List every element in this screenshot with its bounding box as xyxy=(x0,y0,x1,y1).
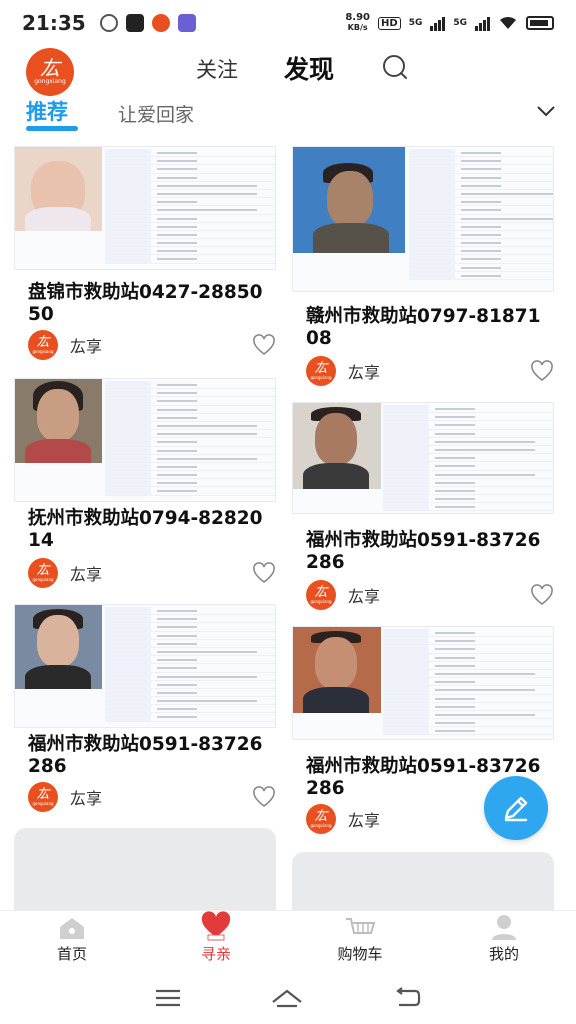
avatar[interactable]: 厷 gongxiang xyxy=(306,580,336,610)
nav-profile[interactable]: 我的 xyxy=(432,911,576,972)
card-photo xyxy=(15,147,102,231)
menu-icon[interactable] xyxy=(155,988,181,1008)
home-icon xyxy=(60,918,84,939)
nav-find-family[interactable]: 寻亲 xyxy=(144,911,288,972)
system-nav-bar xyxy=(0,972,576,1024)
loading-card xyxy=(14,828,276,918)
home-nav-icon[interactable] xyxy=(271,988,303,1008)
card-image xyxy=(14,604,276,728)
taobao-icon xyxy=(151,14,170,32)
card-title: 盘锦市救助站0427-2885050 xyxy=(28,282,263,325)
author-name: 厷享 xyxy=(70,789,103,808)
notification-icons xyxy=(99,14,196,32)
card-image xyxy=(14,146,276,270)
nav-cart-label: 购物车 xyxy=(337,945,383,963)
tab-active-indicator xyxy=(26,126,78,131)
card-photo xyxy=(293,147,405,253)
card-photo xyxy=(293,627,381,713)
tab-discover[interactable]: 发现 xyxy=(284,50,334,86)
tab-follow[interactable]: 关注 xyxy=(196,54,238,84)
app-notification-icon xyxy=(177,14,196,32)
status-indicators: 8.90 KB/s HD 5G 5G xyxy=(345,13,554,33)
avatar[interactable]: 厷 gongxiang xyxy=(306,356,336,386)
profile-icon xyxy=(492,915,516,940)
love-home-icon xyxy=(201,911,231,941)
nav-find-family-label: 寻亲 xyxy=(200,945,231,963)
battery-icon xyxy=(526,16,554,30)
nav-profile-label: 我的 xyxy=(488,945,519,963)
search-icon[interactable] xyxy=(382,54,408,80)
loading-card xyxy=(292,852,554,912)
pen-icon xyxy=(504,796,528,822)
avatar[interactable]: 厷 gongxiang xyxy=(28,782,58,812)
net-speed-unit: KB/s xyxy=(347,23,368,32)
nav-home-label: 首页 xyxy=(56,945,87,963)
bottom-nav: 首页 寻亲 购物车 我的 xyxy=(0,910,576,972)
chevron-down-icon[interactable] xyxy=(536,104,556,118)
card-photo xyxy=(15,379,102,463)
card-title: 福州市救助站0591-83726286 xyxy=(28,734,263,777)
net-speed: 8.90 KB/s xyxy=(345,13,370,33)
card-author: 厷 gongxiang 厷享 xyxy=(306,580,554,610)
tab-recommend[interactable]: 推荐 xyxy=(26,96,68,126)
avatar[interactable]: 厷 gongxiang xyxy=(306,804,336,834)
top-nav: 厷 gongxiang 关注 发现 xyxy=(0,46,576,96)
wifi-icon xyxy=(500,16,516,29)
card-image xyxy=(292,146,554,292)
card-author: 厷 gongxiang 厷享 xyxy=(28,558,276,588)
card-author: 厷 gongxiang 厷享 xyxy=(306,356,554,386)
card-image xyxy=(14,378,276,502)
nav-home[interactable]: 首页 xyxy=(0,911,144,972)
cart-icon xyxy=(346,918,376,934)
nav-cart[interactable]: 购物车 xyxy=(288,911,432,972)
sim2-label: 5G xyxy=(453,18,467,28)
avatar[interactable]: 厷 gongxiang xyxy=(28,330,58,360)
net-speed-value: 8.90 xyxy=(345,12,371,23)
hd-badge: HD xyxy=(378,16,401,30)
signal-icon xyxy=(430,15,446,31)
author-name: 厷享 xyxy=(348,811,381,830)
card-title: 赣州市救助站0797-8187108 xyxy=(306,306,541,349)
compose-button[interactable] xyxy=(484,776,548,840)
app-logo[interactable]: 厷 gongxiang xyxy=(26,48,74,96)
author-name: 厷享 xyxy=(70,565,103,584)
author-name: 厷享 xyxy=(70,337,103,356)
card-author: 厷 gongxiang 厷享 xyxy=(28,330,276,360)
card-author: 厷 gongxiang 厷享 xyxy=(28,782,276,812)
card-image xyxy=(292,626,554,740)
heart-icon[interactable] xyxy=(252,562,276,584)
author-name: 厷享 xyxy=(348,587,381,606)
heart-icon[interactable] xyxy=(252,334,276,356)
card-title: 福州市救助站0591-83726286 xyxy=(306,530,541,573)
signal-icon-2 xyxy=(475,15,490,31)
card-photo xyxy=(293,403,381,489)
category-tabs: 推荐 让爱回家 xyxy=(0,94,576,131)
status-time: 21:35 xyxy=(22,11,86,35)
back-icon[interactable] xyxy=(393,987,421,1009)
tab-love-home[interactable]: 让爱回家 xyxy=(118,100,194,127)
card-image xyxy=(292,402,554,514)
card-photo xyxy=(15,605,102,689)
wechat-icon xyxy=(99,14,118,32)
logo-sub: gongxiang xyxy=(34,78,66,85)
heart-icon[interactable] xyxy=(530,360,554,382)
card-title: 抚州市救助站0794-8282014 xyxy=(28,508,263,551)
heart-icon[interactable] xyxy=(252,786,276,808)
heart-icon[interactable] xyxy=(530,584,554,606)
logo-mark: 厷 xyxy=(40,56,60,80)
author-name: 厷享 xyxy=(348,363,381,382)
tiktok-icon xyxy=(125,14,144,32)
avatar[interactable]: 厷 gongxiang xyxy=(28,558,58,588)
status-bar: 21:35 8.90 KB/s HD 5G 5G xyxy=(0,0,576,46)
sim1-label: 5G xyxy=(408,18,423,28)
